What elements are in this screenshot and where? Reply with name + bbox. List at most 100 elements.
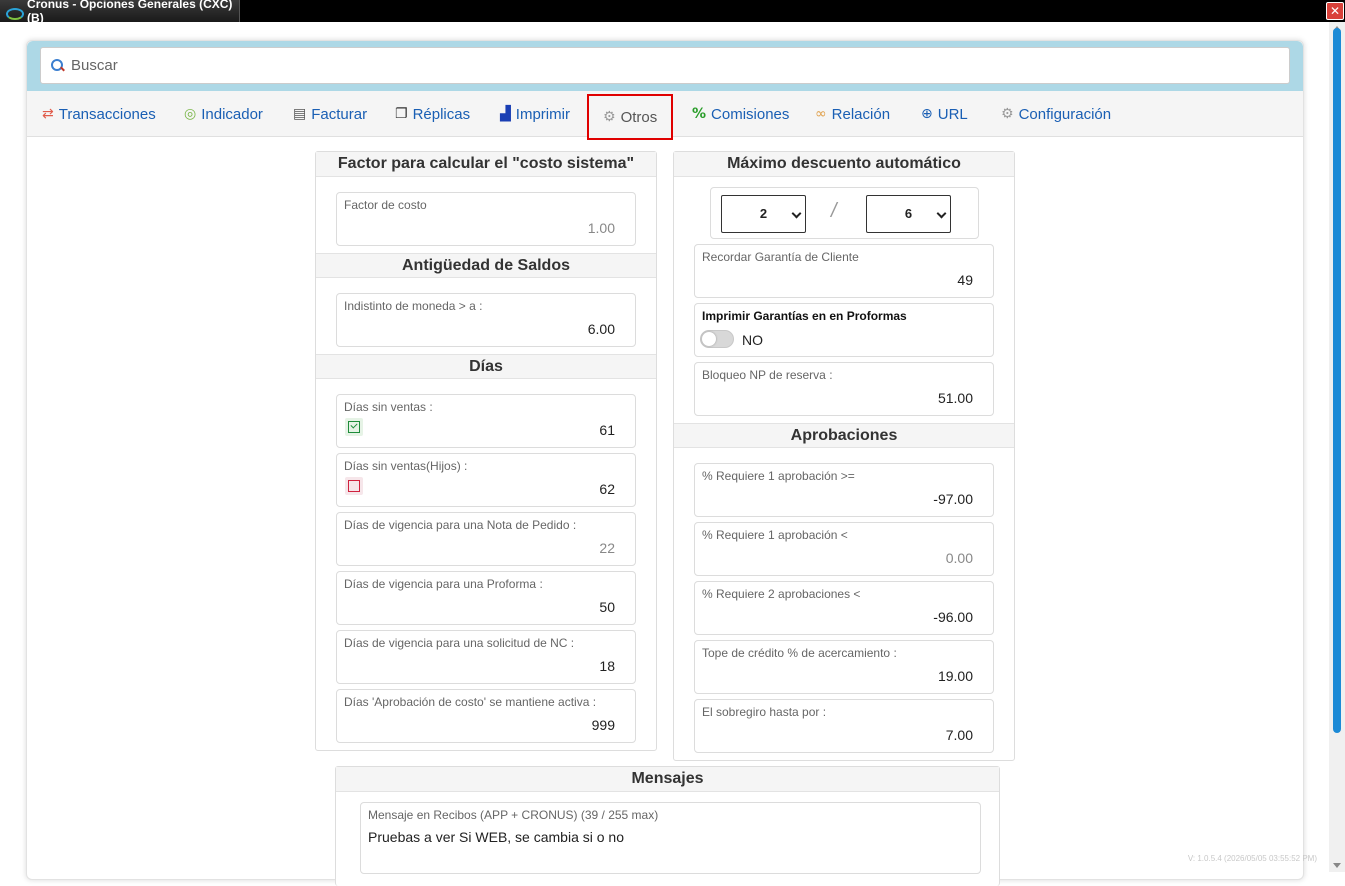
field-label: Factor de costo [344, 198, 427, 212]
field-value: 22 [599, 540, 615, 556]
chevron-down-icon [936, 208, 947, 219]
right-column: Máximo descuento automático 2 / 6 Record… [673, 151, 1015, 761]
field-label: Días de vigencia para una Nota de Pedido… [344, 518, 577, 532]
chevron-down-icon [791, 208, 802, 219]
tab-label: Imprimir [515, 105, 570, 123]
field-value: 999 [591, 717, 615, 733]
field-value: Pruebas a ver Si WEB, se cambia si o no [368, 829, 624, 845]
receipt-message-textarea[interactable]: Mensaje en Recibos (APP + CRONUS) (39 / … [360, 802, 981, 874]
field-value: 61 [599, 422, 615, 438]
field-label: Bloqueo NP de reserva : [702, 368, 833, 382]
percent-icon: % [692, 106, 707, 122]
field-label: Días sin ventas(Hijos) : [344, 459, 468, 473]
field-label: Imprimir Garantías en en Proformas [702, 309, 907, 323]
tab-relacion[interactable]: ∞ Relación [815, 98, 890, 130]
gear-icon: ⚙ [1001, 106, 1014, 122]
credit-cap-field[interactable]: Tope de crédito % de acercamiento : 19.0… [694, 640, 994, 694]
field-label: Recordar Garantía de Cliente [702, 250, 859, 264]
field-label: El sobregiro hasta por : [702, 705, 827, 719]
scroll-thumb[interactable] [1333, 28, 1341, 733]
checkbox-unchecked-icon[interactable] [345, 477, 363, 495]
tab-label: Comisiones [711, 105, 790, 123]
search-input[interactable]: Buscar [40, 47, 1290, 84]
tab-label: Relación [831, 105, 891, 123]
tab-label: Réplicas [412, 105, 471, 123]
days-no-sales-children-field[interactable]: Días sin ventas(Hijos) : 62 [336, 453, 636, 507]
tab-facturar[interactable]: ▤ Facturar [293, 98, 367, 130]
vertical-scrollbar[interactable] [1329, 22, 1345, 872]
field-label: Tope de crédito % de acercamiento : [702, 646, 897, 660]
window-tab[interactable]: Cronus - Opciones Generales (CXC) (B) [0, 0, 240, 25]
approval-1-lt-field[interactable]: % Requiere 1 aprobación < 0.00 [694, 522, 994, 576]
scroll-down-arrow-icon[interactable] [1333, 863, 1341, 868]
cost-approval-days-field[interactable]: Días 'Aprobación de costo' se mantiene a… [336, 689, 636, 743]
order-validity-field[interactable]: Días de vigencia para una Nota de Pedido… [336, 512, 636, 566]
days-section-title: Días [316, 354, 656, 379]
aging-section-title: Antigüedad de Saldos [316, 253, 656, 278]
gears-icon: ⚙ [603, 109, 616, 125]
tab-label: Configuración [1018, 105, 1112, 123]
search-band: Buscar [27, 41, 1303, 91]
field-value: 1.00 [587, 220, 615, 236]
overdraft-field[interactable]: El sobregiro hasta por : 7.00 [694, 699, 994, 753]
approval-1-gte-field[interactable]: % Requiere 1 aprobación >= -97.00 [694, 463, 994, 517]
print-guarantee-toggle[interactable] [700, 330, 734, 348]
field-label: Días sin ventas : [344, 400, 433, 414]
field-label: Días 'Aprobación de costo' se mantiene a… [344, 695, 597, 709]
days-no-sales-field[interactable]: Días sin ventas : 61 [336, 394, 636, 448]
field-label: % Requiere 2 aprobaciones < [702, 587, 861, 601]
arrows-swap-icon: ⇄ [42, 106, 54, 122]
tab-otros[interactable]: ⚙ Otros [587, 94, 674, 140]
field-value: 19.00 [937, 668, 973, 684]
tab-comisiones[interactable]: % Comisiones [692, 98, 789, 130]
tab-label: Indicador [201, 105, 263, 123]
tab-configuracion[interactable]: ⚙ Configuración [1001, 98, 1111, 130]
globe-icon: ⊕ [921, 106, 933, 122]
left-column: Factor para calcular el "costo sistema" … [315, 151, 657, 751]
tab-label: URL [937, 105, 968, 123]
field-value: 50 [599, 599, 615, 615]
checkbox-checked-icon[interactable] [345, 418, 363, 436]
version-label: V: 1.0.5.4 (2026/05/05 03:55:52 PM) [1187, 854, 1317, 863]
field-value: 62 [599, 481, 615, 497]
nc-validity-field[interactable]: Días de vigencia para una solicitud de N… [336, 630, 636, 684]
cost-section-title: Factor para calcular el "costo sistema" [316, 152, 656, 177]
messages-section-title: Mensajes [336, 767, 999, 792]
app-logo-icon [6, 5, 25, 20]
field-label: Días de vigencia para una solicitud de N… [344, 636, 575, 650]
tab-transacciones[interactable]: ⇄ Transacciones [42, 98, 156, 130]
field-label: Indistinto de moneda > a : [344, 299, 483, 313]
tab-imprimir[interactable]: ▟ Imprimir [500, 98, 570, 130]
tab-url[interactable]: ⊕ URL [921, 98, 968, 130]
select-value: 6 [904, 206, 913, 221]
window-title: Cronus - Opciones Generales (CXC) (B) [27, 0, 233, 25]
field-label: % Requiere 1 aprobación >= [702, 469, 855, 483]
tab-label: Transacciones [58, 105, 156, 123]
close-icon[interactable]: ✕ [1326, 2, 1344, 20]
proforma-validity-field[interactable]: Días de vigencia para una Proforma : 50 [336, 571, 636, 625]
tab-replicas[interactable]: ❐ Réplicas [395, 98, 470, 130]
field-value: 49 [957, 272, 973, 288]
field-value: 0.00 [945, 550, 973, 566]
discount-selector-group: 2 / 6 [710, 187, 979, 239]
discount-right-select[interactable]: 6 [866, 195, 951, 233]
title-bar: Cronus - Opciones Generales (CXC) (B) ✕ [0, 0, 1345, 25]
approval-2-lt-field[interactable]: % Requiere 2 aprobaciones < -96.00 [694, 581, 994, 635]
guarantee-reminder-field[interactable]: Recordar Garantía de Cliente 49 [694, 244, 994, 298]
search-icon [51, 58, 65, 73]
tab-bar: ⇄ Transacciones ◎ Indicador ▤ Facturar ❐… [27, 91, 1303, 140]
field-value: 6.00 [587, 321, 615, 337]
cost-factor-field[interactable]: Factor de costo 1.00 [336, 192, 636, 246]
search-placeholder: Buscar [71, 57, 118, 74]
discount-left-select[interactable]: 2 [721, 195, 806, 233]
print-guarantee-field: Imprimir Garantías en en Proformas NO [694, 303, 994, 357]
reserve-block-field[interactable]: Bloqueo NP de reserva : 51.00 [694, 362, 994, 416]
tab-label: Facturar [311, 105, 368, 123]
chart-icon: ▟ [500, 106, 511, 122]
field-label: % Requiere 1 aprobación < [702, 528, 848, 542]
aging-field[interactable]: Indistinto de moneda > a : 6.00 [336, 293, 636, 347]
select-value: 2 [759, 206, 768, 221]
copy-icon: ❐ [395, 106, 408, 122]
messages-section: Mensajes Mensaje en Recibos (APP + CRONU… [335, 766, 1000, 886]
tab-indicador[interactable]: ◎ Indicador [184, 98, 263, 130]
